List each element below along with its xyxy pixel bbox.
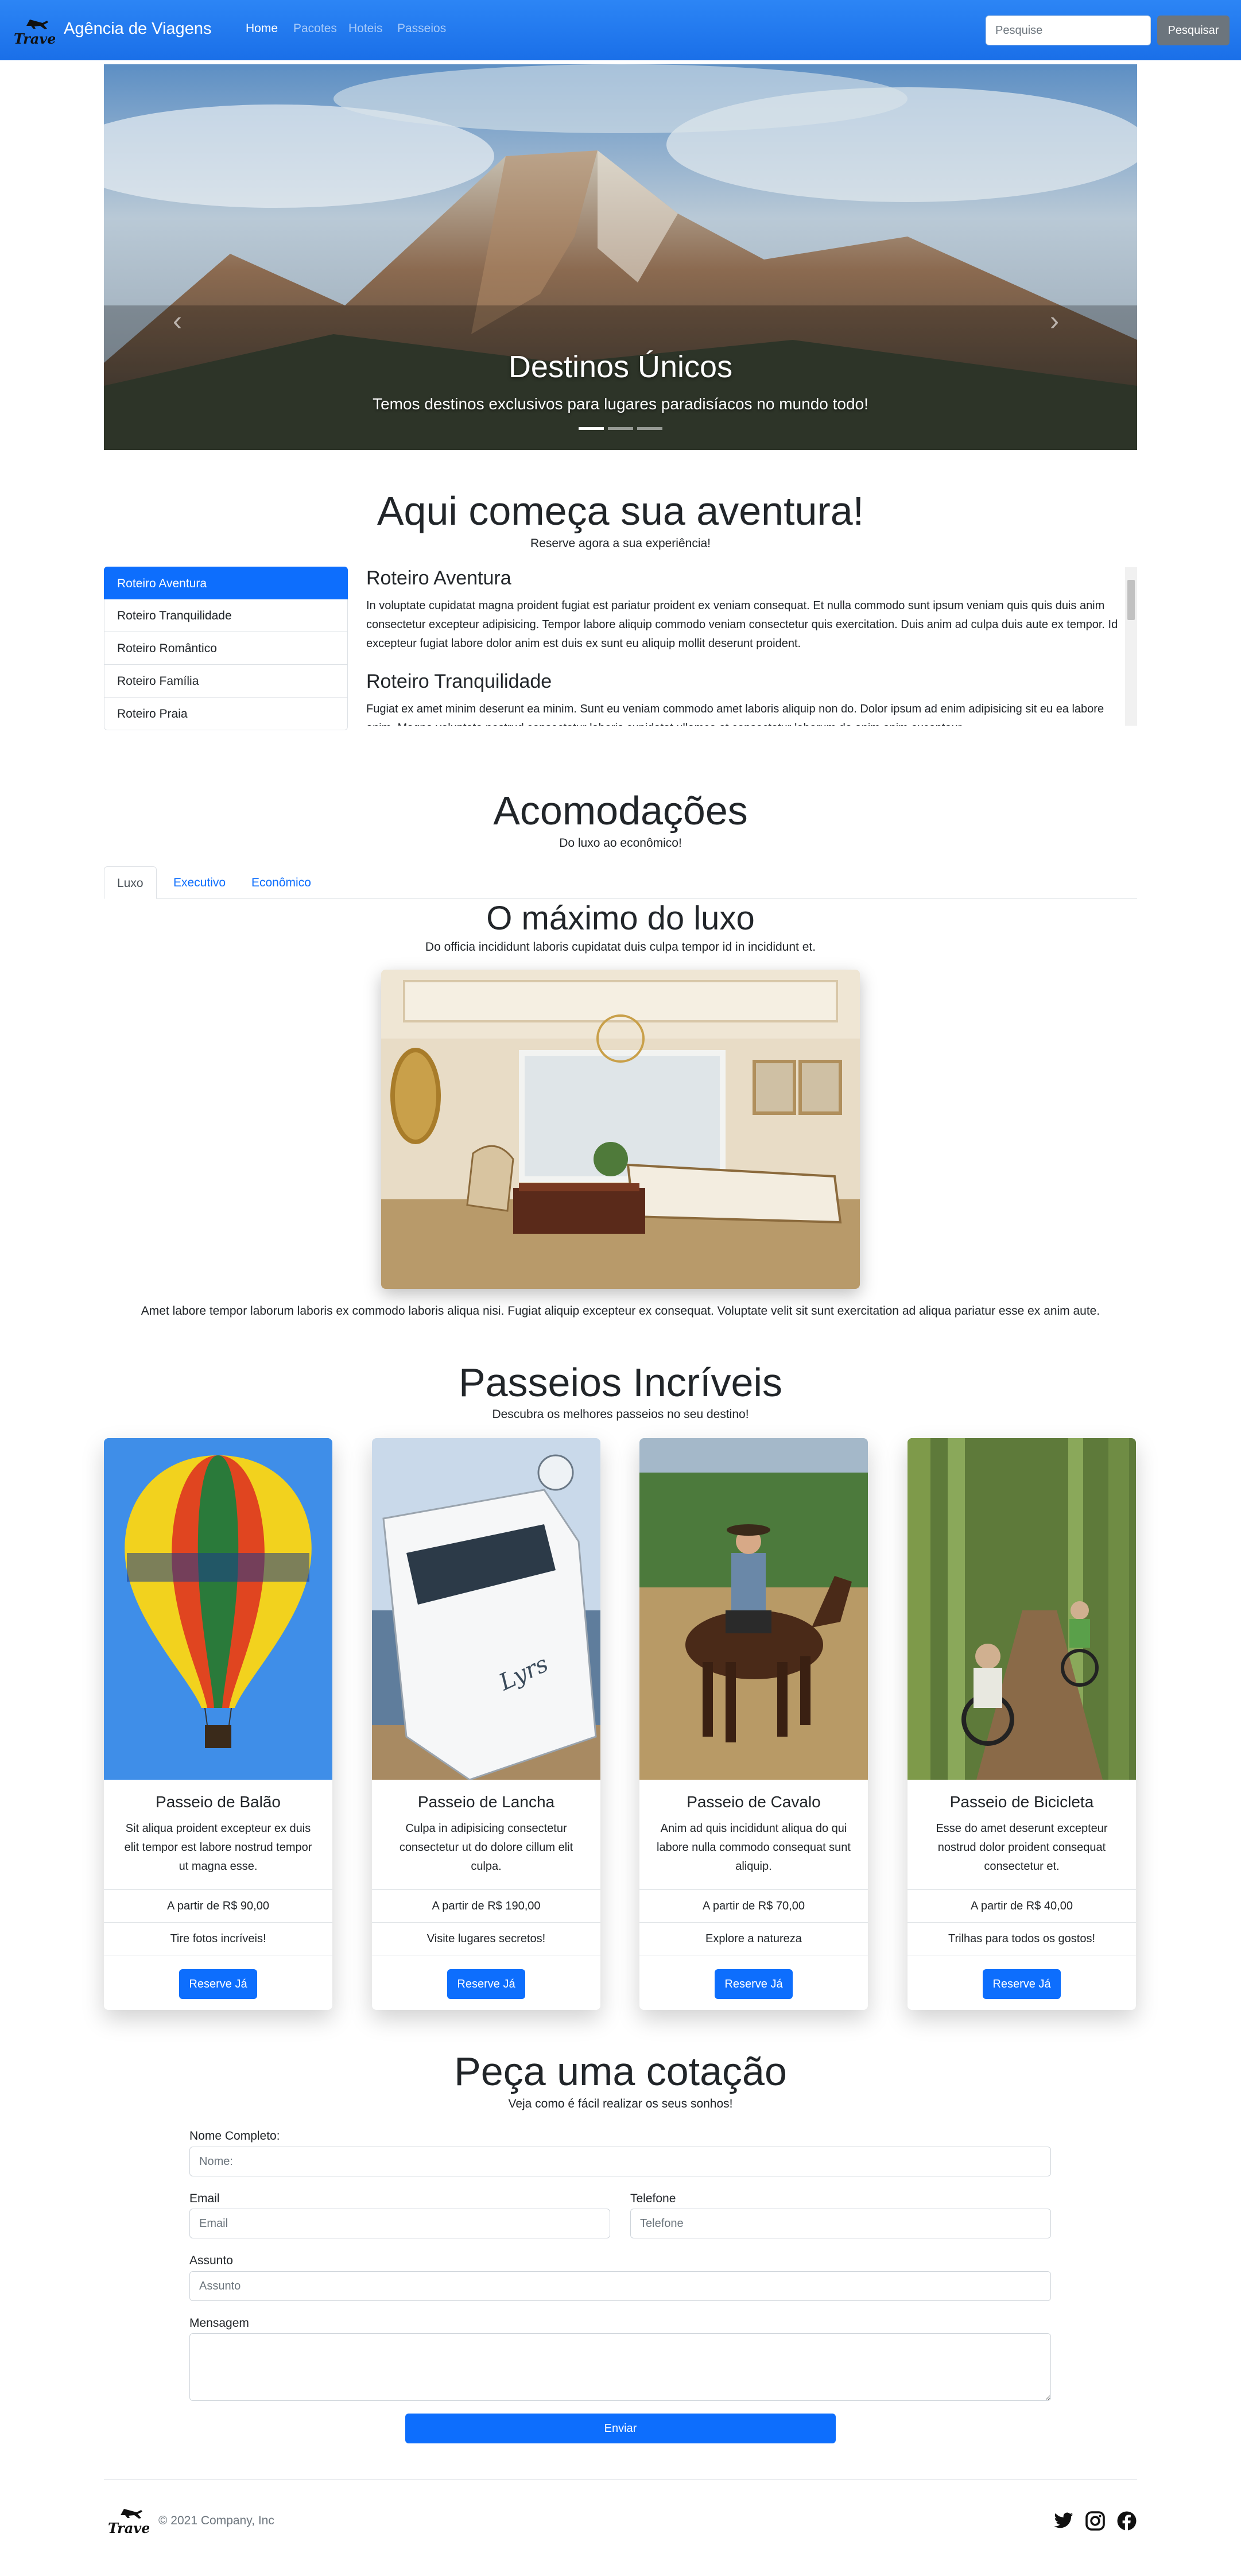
scrollbar-thumb[interactable] (1127, 580, 1135, 620)
card-price: A partir de R$ 90,00 (104, 1889, 332, 1922)
accommodations-subtitle: Do luxo ao econômico! (559, 836, 682, 850)
section-text: In voluptate cupidatat magna proident fu… (366, 599, 1118, 650)
card-title: Passeio de Bicicleta (949, 1793, 1094, 1811)
scrollbar[interactable] (1125, 567, 1137, 726)
list-item-familia[interactable]: Roteiro Família (104, 665, 348, 698)
boat-image: Lyrs (372, 1438, 600, 1780)
mountain-image (104, 64, 1137, 450)
card-price: A partir de R$ 40,00 (908, 1889, 1136, 1922)
chevron-left-icon[interactable]: ‹ (173, 305, 182, 337)
tab-panel-text: Amet labore tempor laborum laboris ex co… (141, 1304, 1100, 1318)
svg-text:Travel: Travel (108, 2520, 149, 2536)
tour-card-balao: Passeio de Balão Sit aliqua proident exc… (104, 1438, 332, 2010)
card-tagline: Explore a natureza (639, 1922, 868, 1955)
itinerary-list: Roteiro Aventura Roteiro Tranquilidade R… (104, 567, 348, 730)
section-text: Fugiat ex amet minim deserunt ea minim. … (366, 703, 1104, 726)
quote-title: Peça uma cotação (454, 2049, 787, 2094)
copyright: © 2021 Company, Inc (158, 2514, 274, 2527)
submit-button[interactable]: Enviar (405, 2414, 836, 2443)
luxury-room-image (381, 970, 860, 1289)
list-item-praia[interactable]: Roteiro Praia (104, 698, 348, 730)
subject-field[interactable] (189, 2271, 1051, 2301)
tab-panel-title: O máximo do luxo (486, 900, 755, 937)
card-title: Passeio de Balão (156, 1793, 281, 1811)
phone-field[interactable] (630, 2209, 1051, 2238)
tours-title: Passeios Incríveis (458, 1360, 783, 1405)
list-item-tranquilidade[interactable]: Roteiro Tranquilidade (104, 599, 348, 632)
navbar: Travel Agência de Viagens Home Pacotes H… (0, 0, 1241, 60)
nav-link-passeios[interactable]: Passeios (397, 22, 446, 36)
tour-card-bicicleta: Passeio de Bicicleta Esse do amet deseru… (908, 1438, 1136, 2010)
instagram-icon[interactable] (1085, 2511, 1106, 2531)
nav-link-home[interactable]: Home (246, 22, 278, 36)
list-item-aventura[interactable]: Roteiro Aventura (104, 567, 348, 599)
carousel-indicator[interactable] (608, 427, 633, 430)
search-input[interactable] (986, 16, 1151, 45)
search-button[interactable]: Pesquisar (1157, 16, 1230, 45)
card-text: Anim ad quis incididunt aliqua do qui la… (657, 1822, 851, 1873)
facebook-icon[interactable] (1116, 2511, 1137, 2531)
reserve-button[interactable]: Reserve Já (447, 1969, 525, 1999)
chevron-right-icon[interactable]: › (1050, 305, 1059, 337)
message-label: Mensagem (189, 2317, 249, 2330)
carousel-caption: Temos destinos exclusivos para lugares p… (373, 395, 868, 413)
card-title: Passeio de Cavalo (687, 1793, 821, 1811)
name-field[interactable] (189, 2147, 1051, 2176)
card-tagline: Trilhas para todos os gostos! (908, 1922, 1136, 1955)
adventure-title: Aqui começa sua aventura! (377, 489, 864, 533)
adventure-subtitle: Reserve agora a sua experiência! (530, 537, 711, 550)
tab-economico[interactable]: Econômico (239, 866, 324, 899)
carousel-title: Destinos Únicos (508, 350, 733, 384)
accommodation-tabs: Luxo Executivo Econômico (104, 866, 1137, 899)
accommodations-title: Acomodações (493, 788, 748, 833)
email-label: Email (189, 2192, 220, 2205)
email-field[interactable] (189, 2209, 610, 2238)
reserve-button[interactable]: Reserve Já (179, 1969, 257, 1999)
carousel-indicator[interactable] (637, 427, 662, 430)
tab-executivo[interactable]: Executivo (161, 866, 238, 899)
twitter-icon[interactable] (1053, 2511, 1074, 2531)
carousel-indicator[interactable] (579, 427, 604, 430)
card-text: Esse do amet deserunt excepteur nostrud … (936, 1822, 1108, 1873)
footer-divider (104, 2479, 1137, 2480)
travel-logo-icon[interactable]: Travel (13, 17, 55, 47)
phone-label: Telefone (630, 2192, 676, 2205)
tab-panel-subtitle: Do officia incididunt laboris cupidatat … (425, 940, 816, 954)
card-price: A partir de R$ 190,00 (372, 1889, 600, 1922)
message-field[interactable] (189, 2333, 1051, 2401)
reserve-button[interactable]: Reserve Já (983, 1969, 1061, 1999)
tab-luxo[interactable]: Luxo (104, 866, 157, 899)
tours-subtitle: Descubra os melhores passeios no seu des… (492, 1408, 749, 1421)
name-label: Nome Completo: (189, 2129, 280, 2143)
balloon-image (104, 1438, 332, 1780)
section-heading: Roteiro Aventura (366, 567, 511, 589)
tour-card-cavalo: Passeio de Cavalo Anim ad quis incididun… (639, 1438, 868, 2010)
horse-image (639, 1438, 868, 1780)
tour-card-lancha: Lyrs Passeio de Lancha Culpa in adipisic… (372, 1438, 600, 2010)
card-tagline: Tire fotos incríveis! (104, 1922, 332, 1955)
reserve-button[interactable]: Reserve Já (715, 1969, 793, 1999)
card-text: Culpa in adipisicing consectetur consect… (399, 1822, 573, 1873)
card-text: Sit aliqua proident excepteur ex duis el… (124, 1822, 312, 1873)
subject-label: Assunto (189, 2254, 233, 2267)
travel-logo-icon[interactable]: Travel (107, 2507, 149, 2536)
bicycle-image (908, 1438, 1136, 1780)
hero-carousel: ‹ › Destinos Únicos Temos destinos exclu… (104, 64, 1137, 450)
nav-link-pacotes[interactable]: Pacotes (293, 22, 337, 36)
quote-subtitle: Veja como é fácil realizar os seus sonho… (508, 2097, 733, 2110)
section-heading: Roteiro Tranquilidade (366, 671, 552, 692)
card-price: A partir de R$ 70,00 (639, 1889, 868, 1922)
card-title: Passeio de Lancha (417, 1793, 555, 1811)
list-item-romantico[interactable]: Roteiro Romântico (104, 632, 348, 665)
card-tagline: Visite lugares secretos! (372, 1922, 600, 1955)
itinerary-content: Roteiro Aventura In voluptate cupidatat … (366, 567, 1125, 726)
brand-name[interactable]: Agência de Viagens (64, 20, 211, 38)
svg-text:Travel: Travel (14, 30, 55, 47)
nav-link-hoteis[interactable]: Hoteis (348, 22, 383, 36)
